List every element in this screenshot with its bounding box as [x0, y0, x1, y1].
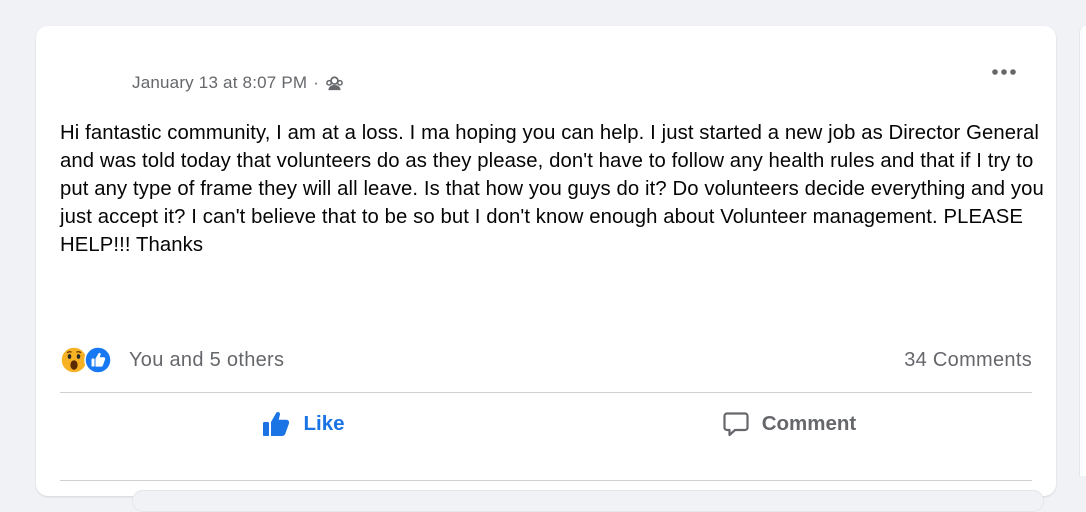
reactions-text: You and 5 others	[129, 348, 285, 371]
divider	[60, 392, 1032, 393]
more-options-button[interactable]	[986, 58, 1022, 86]
comments-count[interactable]: 34 Comments	[904, 349, 1032, 372]
meta-separator: ·	[313, 73, 320, 92]
more-horizontal-icon	[992, 69, 1016, 75]
reaction-icons	[60, 345, 118, 375]
like-button[interactable]: Like	[60, 400, 546, 448]
divider	[60, 480, 1032, 481]
reactions-summary[interactable]: You and 5 others	[60, 345, 284, 375]
post-body-text: Hi fantastic community, I am at a loss. …	[60, 122, 1044, 256]
post-actions: Like Comment	[60, 400, 1032, 448]
comment-button[interactable]: Comment	[546, 400, 1032, 448]
adjacent-panel-edge	[1079, 26, 1086, 476]
like-label: Like	[303, 412, 345, 435]
like-reaction-icon	[84, 346, 112, 374]
comment-input-area[interactable]	[132, 490, 1044, 512]
like-icon	[263, 412, 290, 436]
comment-label: Comment	[761, 412, 857, 435]
post-timestamp[interactable]: January 13 at 8:07 PM	[132, 73, 307, 93]
comment-icon	[723, 412, 749, 437]
post-meta: January 13 at 8:07 PM ·	[132, 73, 344, 93]
group-icon[interactable]	[325, 73, 344, 93]
post-stats: You and 5 others 34 Comments	[60, 344, 1032, 376]
post-card: January 13 at 8:07 PM · Hi fantastic com…	[36, 26, 1056, 512]
